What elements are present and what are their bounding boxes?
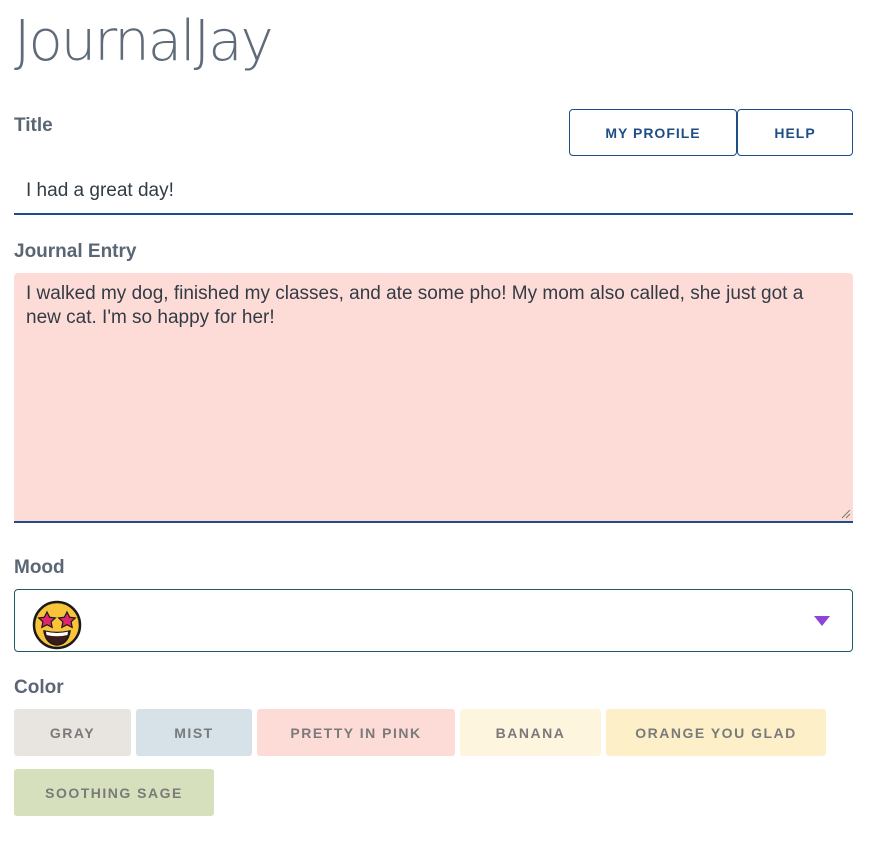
my-profile-button[interactable]: MY PROFILE (569, 109, 737, 156)
journal-entry-textarea[interactable]: I walked my dog, finished my classes, an… (14, 273, 853, 523)
color-option-soothing-sage[interactable]: SOOTHING SAGE (14, 769, 214, 816)
color-label: Color (14, 677, 64, 698)
color-option-orange-you-glad[interactable]: ORANGE YOU GLAD (606, 709, 826, 756)
mood-select[interactable] (14, 589, 853, 652)
resize-handle-icon[interactable] (841, 509, 851, 519)
color-option-gray[interactable]: GRAY (14, 709, 131, 756)
journal-entry-text: I walked my dog, finished my classes, an… (26, 283, 804, 328)
color-option-mist[interactable]: MIST (136, 709, 252, 756)
title-input-value: I had a great day! (26, 179, 174, 201)
color-option-pretty-in-pink[interactable]: PRETTY IN PINK (257, 709, 455, 756)
title-input[interactable]: I had a great day! (14, 168, 853, 215)
help-button[interactable]: HELP (737, 109, 853, 156)
star-struck-face-icon (32, 600, 82, 650)
chevron-down-icon[interactable] (814, 616, 830, 626)
color-option-banana[interactable]: BANANA (460, 709, 601, 756)
title-label: Title (14, 115, 53, 136)
mood-label: Mood (14, 557, 65, 578)
app-title: JournalJay (14, 9, 274, 74)
journal-entry-label: Journal Entry (14, 241, 137, 262)
